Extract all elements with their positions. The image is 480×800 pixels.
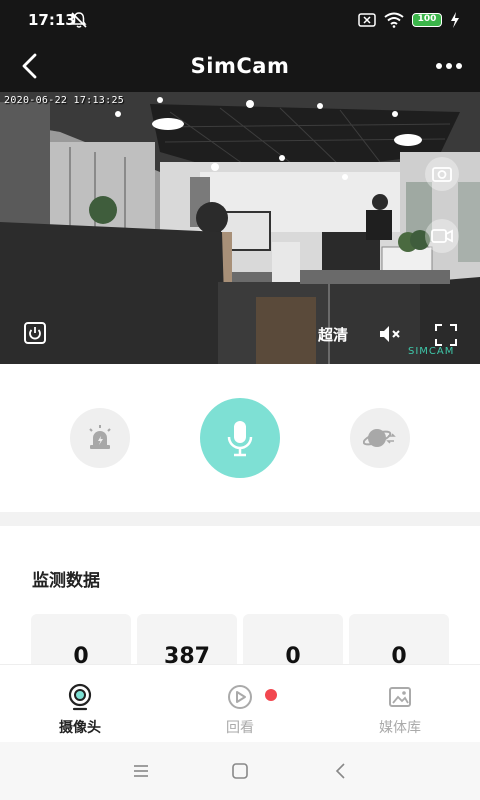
sim-off-icon: [358, 13, 376, 27]
status-bar: 17:13 100: [0, 0, 480, 42]
live-video-view[interactable]: 2020-06-22 17:13:25 超清 SIMCAM: [0, 92, 480, 364]
camera-snapshot-icon[interactable]: [424, 156, 460, 192]
image-gallery-icon: [389, 687, 411, 707]
tab-playback[interactable]: 回看: [160, 665, 320, 743]
app-header: SimCam: [0, 42, 480, 92]
microphone-icon: [227, 421, 253, 457]
tab-playback-label: 回看: [226, 720, 254, 736]
fullscreen-icon[interactable]: [435, 324, 457, 346]
page-title: SimCam: [190, 54, 290, 78]
bell-muted-icon: [71, 12, 87, 28]
tab-media-library[interactable]: 媒体库: [320, 665, 480, 743]
section-divider: [0, 512, 480, 526]
bottom-tab-bar: 摄像头 回看 媒体库: [0, 664, 480, 742]
charging-icon: [451, 12, 459, 28]
scene-button[interactable]: [350, 408, 410, 468]
stat-card[interactable]: 0: [243, 614, 343, 669]
brand-watermark: SIMCAM: [408, 346, 455, 357]
camera-tab-icon: [68, 683, 92, 711]
notification-badge: [265, 689, 277, 701]
more-options-icon[interactable]: [434, 56, 464, 76]
system-back-icon[interactable]: [334, 762, 348, 780]
stat-card[interactable]: 0: [31, 614, 131, 669]
talk-button[interactable]: [200, 398, 280, 478]
planet-swap-icon: [363, 429, 396, 447]
battery-indicator: 100: [412, 13, 442, 27]
wifi-icon: [384, 12, 404, 28]
status-time: 17:13: [28, 11, 76, 29]
power-icon[interactable]: [24, 322, 46, 344]
stat-card[interactable]: 387: [137, 614, 237, 669]
video-timestamp: 2020-06-22 17:13:25: [4, 95, 125, 106]
stat-card[interactable]: 0: [349, 614, 449, 669]
siren-icon: [89, 425, 111, 449]
status-icons: 100: [358, 12, 460, 28]
speaker-muted-icon[interactable]: [378, 324, 402, 344]
system-navigation-bar: [0, 742, 480, 800]
camera-feed-image: [0, 92, 480, 364]
tab-camera-label: 摄像头: [59, 720, 101, 736]
tab-media-library-label: 媒体库: [379, 720, 421, 736]
video-record-icon[interactable]: [424, 218, 460, 254]
home-icon[interactable]: [231, 763, 249, 779]
alarm-button[interactable]: [70, 408, 130, 468]
control-panel: [0, 364, 480, 512]
quality-toggle[interactable]: 超清: [318, 324, 348, 345]
recents-icon[interactable]: [132, 764, 150, 778]
play-circle-icon: [228, 685, 252, 709]
tab-camera[interactable]: 摄像头: [0, 665, 160, 743]
monitor-data-title: 监测数据: [32, 571, 100, 591]
